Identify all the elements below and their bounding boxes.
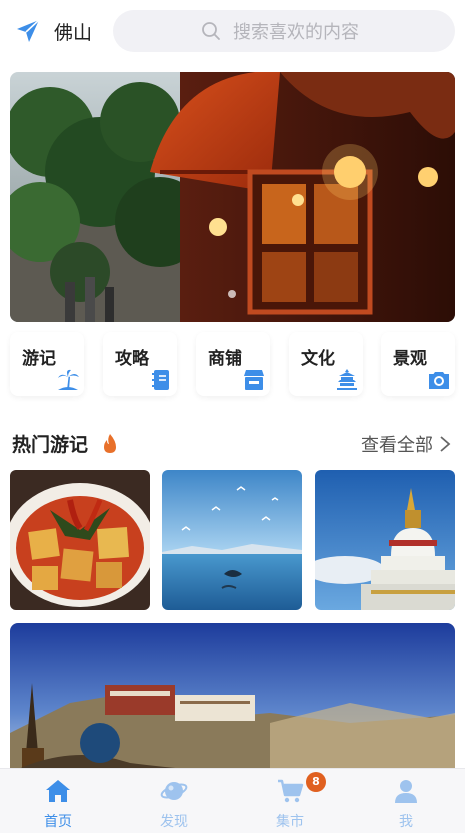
travelogue-card-palace[interactable] (10, 623, 455, 773)
category-label: 景观 (393, 349, 427, 369)
view-all-link[interactable]: 查看全部 (361, 431, 433, 457)
section-title: 热门游记 (12, 434, 89, 456)
palm-tree-icon (58, 369, 79, 390)
chevron-right-icon[interactable] (439, 435, 451, 453)
travelogue-card-stupa[interactable] (315, 470, 455, 610)
tab-label: 集市 (276, 814, 304, 830)
camera-icon (429, 372, 449, 389)
home-icon (46, 780, 70, 802)
bottom-tab-bar: 首页 发现 8 集市 我 (0, 768, 465, 833)
category-label: 游记 (22, 349, 56, 369)
location-arrow-icon (17, 19, 40, 42)
stupa-image (315, 470, 455, 610)
category-shops[interactable]: 商铺 (196, 332, 270, 396)
user-icon (395, 780, 417, 803)
search-placeholder: 搜索喜欢的内容 (233, 22, 359, 43)
palace-image (10, 623, 455, 773)
travelogue-card-lake[interactable] (162, 470, 302, 610)
tab-label: 首页 (44, 814, 72, 830)
cart-badge: 8 (306, 772, 326, 792)
tab-market[interactable]: 8 集市 (232, 769, 348, 833)
planet-icon (160, 782, 188, 800)
category-label: 商铺 (208, 349, 242, 369)
top-header: 佛山 搜索喜欢的内容 (0, 0, 465, 64)
tab-label: 发现 (160, 814, 188, 830)
category-scenery[interactable]: 景观 (381, 332, 455, 396)
category-label: 文化 (301, 349, 335, 369)
search-icon (202, 22, 220, 40)
tab-home[interactable]: 首页 (0, 769, 116, 833)
cart-icon (278, 779, 304, 803)
food-image (10, 470, 150, 610)
location-label: 佛山 (54, 21, 93, 44)
category-label: 攻略 (115, 349, 149, 369)
banner-carousel[interactable] (10, 72, 455, 322)
store-icon (244, 370, 264, 390)
location-selector[interactable]: 佛山 (14, 16, 92, 46)
notebook-icon (152, 370, 169, 390)
tab-discover[interactable]: 发现 (116, 769, 232, 833)
tab-label: 我 (399, 814, 413, 830)
banner-image (10, 72, 455, 322)
category-travelogue[interactable]: 游记 (10, 332, 84, 396)
travelogue-card-food[interactable] (10, 470, 150, 610)
category-culture[interactable]: 文化 (289, 332, 363, 396)
fire-icon (104, 434, 116, 453)
category-row: 游记 攻略 商铺 文化 景观 (10, 332, 455, 398)
search-input[interactable]: 搜索喜欢的内容 (113, 10, 455, 52)
category-guide[interactable]: 攻略 (103, 332, 177, 396)
temple-icon (337, 369, 357, 390)
lake-image (162, 470, 302, 610)
hot-section-header: 热门游记 查看全部 (12, 428, 455, 460)
tab-me[interactable]: 我 (348, 769, 464, 833)
